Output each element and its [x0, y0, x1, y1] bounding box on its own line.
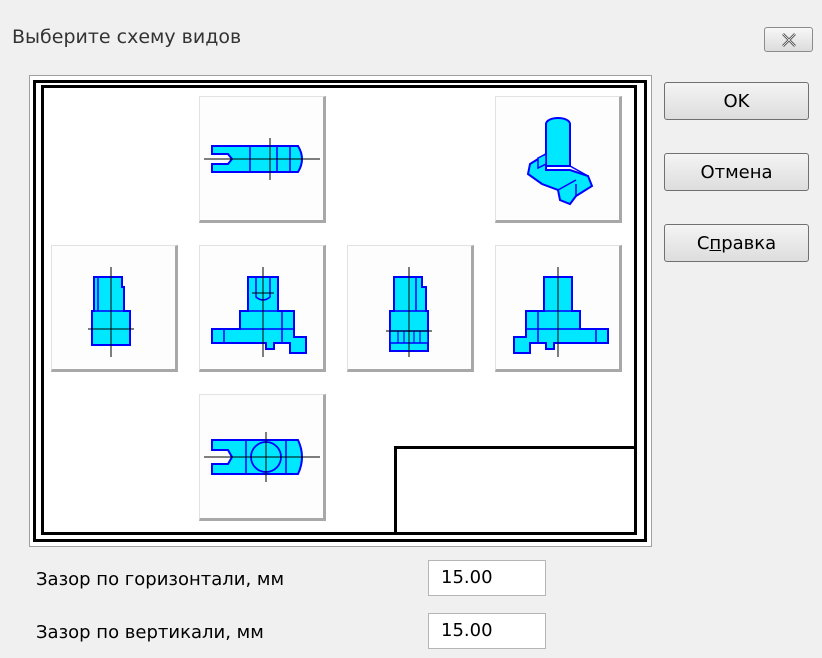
help-button[interactable]: Сп равка [664, 224, 809, 262]
part-right-view-icon [87, 266, 134, 357]
help-label-start: С [696, 232, 710, 254]
vertical-gap-label: Зазор по вертикали, мм [36, 622, 264, 643]
part-top-view-icon [203, 137, 320, 180]
view-right-button[interactable] [51, 245, 178, 372]
close-x-icon [781, 32, 796, 47]
part-isometric-view-icon [526, 116, 593, 205]
horizontal-gap-input[interactable]: 15.00 [428, 560, 546, 596]
view-front-button[interactable] [199, 245, 326, 372]
part-left-view-icon [385, 266, 432, 357]
view-left-button[interactable] [347, 245, 474, 372]
view-bottom-button[interactable] [199, 394, 326, 521]
window-title: Выберите схему видов [12, 26, 242, 48]
view-isometric-button[interactable] [495, 96, 622, 223]
vertical-gap-input[interactable]: 15.00 [428, 613, 546, 649]
ok-button[interactable]: OK [664, 82, 809, 120]
cancel-button[interactable]: Отмена [664, 153, 809, 191]
part-bottom-view-icon [203, 431, 320, 482]
help-label-accelerator: п [709, 232, 722, 254]
title-block [394, 446, 637, 535]
help-label-end: равка [721, 232, 777, 254]
view-rear-button[interactable] [495, 245, 622, 372]
part-front-view-icon [210, 266, 307, 357]
close-button[interactable] [764, 27, 813, 52]
part-rear-view-icon [512, 266, 609, 357]
title-bar: Выберите схему видов [0, 0, 822, 56]
view-top-button[interactable] [199, 96, 326, 223]
horizontal-gap-label: Зазор по горизонтали, мм [36, 569, 285, 590]
